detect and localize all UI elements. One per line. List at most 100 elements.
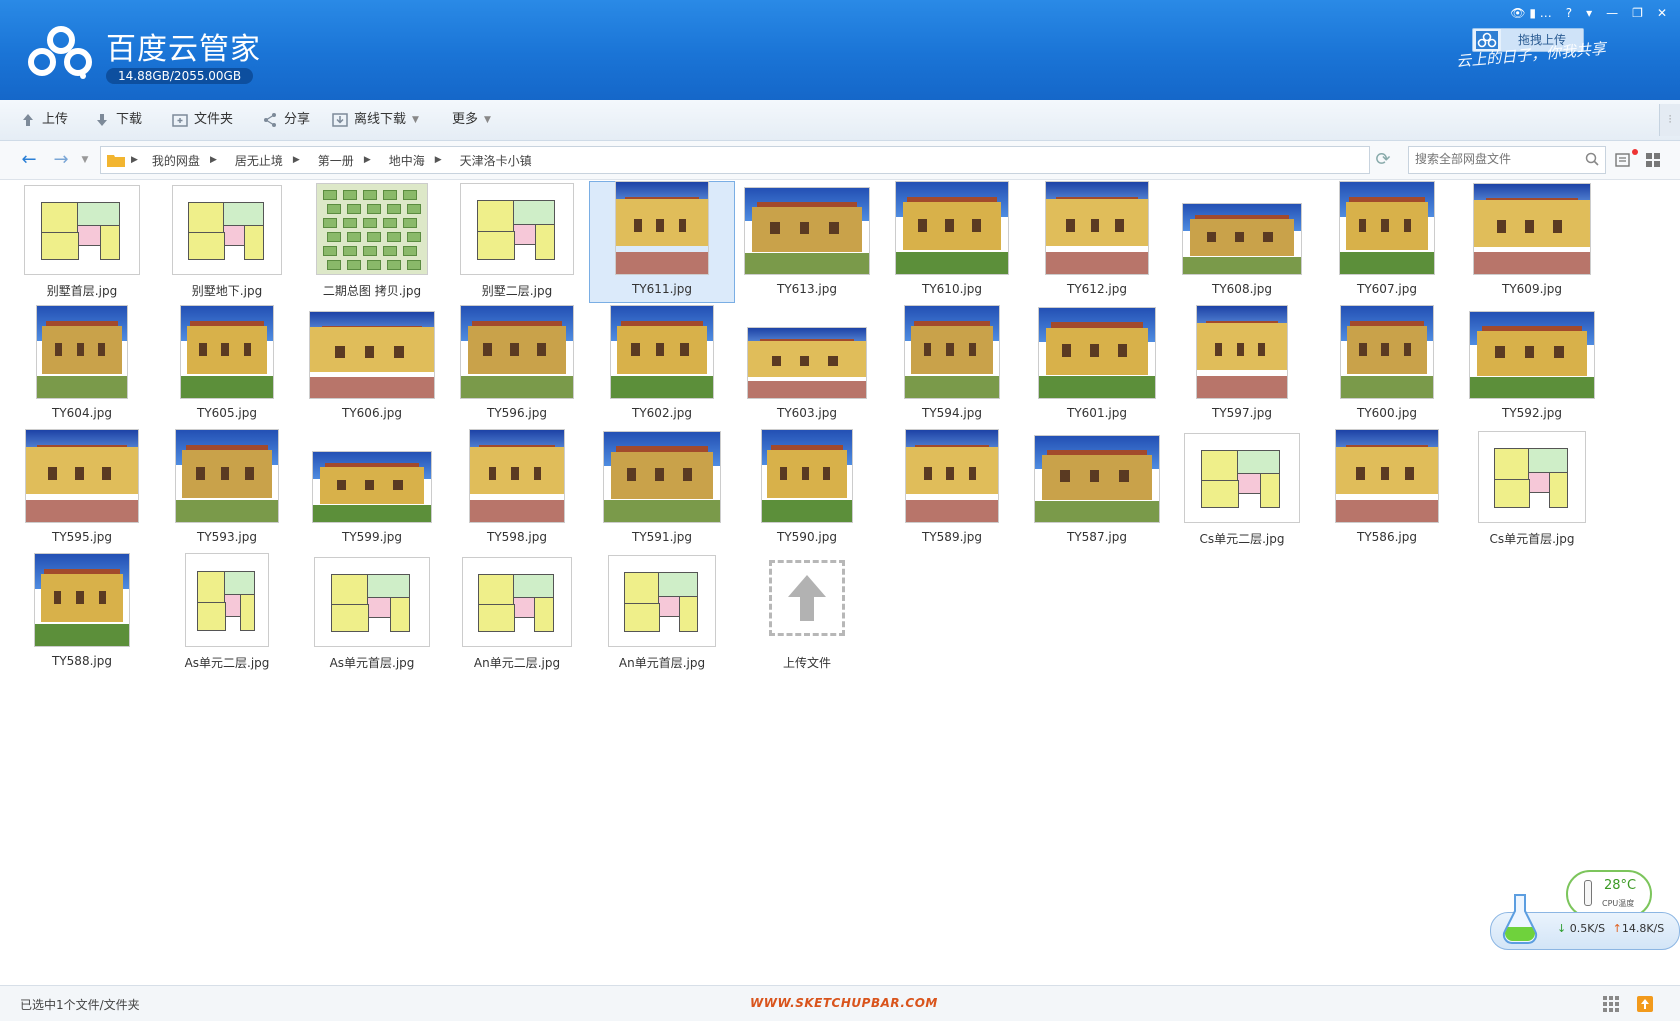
file-item[interactable]: An单元二层.jpg	[445, 554, 589, 674]
file-item[interactable]: TY590.jpg	[735, 430, 879, 550]
sidebar-toggle-button[interactable]: ⫶	[1659, 104, 1680, 136]
file-item[interactable]: TY588.jpg	[10, 554, 154, 674]
grid-view-icon[interactable]	[1644, 151, 1662, 169]
file-item[interactable]: TY606.jpg	[300, 306, 444, 426]
file-item[interactable]: Cs单元二层.jpg	[1170, 430, 1314, 550]
file-name: TY592.jpg	[1502, 406, 1562, 420]
file-name: TY588.jpg	[52, 654, 112, 668]
more-button[interactable]: 更多 ▼	[452, 100, 491, 140]
share-button[interactable]: 分享	[262, 100, 310, 140]
file-name: An单元首层.jpg	[618, 656, 706, 670]
list-view-icon[interactable]	[1614, 151, 1632, 169]
file-item[interactable]: 上传文件	[735, 554, 879, 674]
file-item[interactable]: An单元首层.jpg	[590, 554, 734, 674]
file-item[interactable]: TY601.jpg	[1025, 306, 1169, 426]
file-item[interactable]: TY603.jpg	[735, 306, 879, 426]
file-item[interactable]: As单元二层.jpg	[155, 554, 299, 674]
file-name: TY589.jpg	[922, 530, 982, 544]
file-item[interactable]: 二期总图 拷贝.jpg	[300, 182, 444, 302]
file-item[interactable]: TY597.jpg	[1170, 306, 1314, 426]
settings-menu-button[interactable]: ▾	[1581, 3, 1597, 23]
file-item[interactable]: TY613.jpg	[735, 182, 879, 302]
photo-thumbnail	[896, 182, 1008, 274]
upload-button[interactable]: 上传	[20, 100, 68, 140]
file-item[interactable]: 别墅首层.jpg	[10, 182, 154, 302]
file-item[interactable]: TY598.jpg	[445, 430, 589, 550]
file-item[interactable]: TY593.jpg	[155, 430, 299, 550]
photo-thumbnail	[1470, 312, 1594, 398]
file-item[interactable]: TY586.jpg	[1315, 430, 1459, 550]
forward-arrow-icon[interactable]: →	[50, 149, 72, 171]
file-name: TY586.jpg	[1357, 530, 1417, 544]
refresh-icon[interactable]: ⟳	[1370, 146, 1396, 174]
file-item[interactable]: TY600.jpg	[1315, 306, 1459, 426]
breadcrumb-item[interactable]: 我的网盘	[152, 152, 200, 169]
crumb-separator-icon: ▶	[131, 155, 138, 165]
file-name: TY587.jpg	[1067, 530, 1127, 544]
file-item[interactable]: TY596.jpg	[445, 306, 589, 426]
transfer-speed-widget[interactable]: ↓ 0.5K/S ↑14.8K/S	[1490, 894, 1680, 950]
file-item[interactable]: TY608.jpg	[1170, 182, 1314, 302]
breadcrumb-item[interactable]: 第一册	[318, 152, 354, 169]
cpu-temperature-widget[interactable]: 28°C CPU温度	[1566, 870, 1652, 918]
photo-thumbnail	[1340, 182, 1434, 274]
user-menu-icon[interactable]: 👁 ▮ …	[1505, 3, 1556, 23]
maximize-button[interactable]: ❐	[1627, 3, 1648, 23]
file-item[interactable]: As单元首层.jpg	[300, 554, 444, 674]
status-bar: 已选中1个文件/文件夹 WWW.SKETCHUPBAR.COM	[0, 985, 1680, 1021]
help-button[interactable]: ?	[1561, 3, 1577, 23]
file-item[interactable]: TY611.jpg	[589, 181, 735, 303]
file-name: TY600.jpg	[1357, 406, 1417, 420]
file-item[interactable]: TY592.jpg	[1460, 306, 1604, 426]
download-speed: 0.5K/S	[1569, 922, 1606, 935]
file-item[interactable]: TY609.jpg	[1460, 182, 1604, 302]
floor-plan-thumbnail	[315, 558, 429, 646]
watermark: WWW.SKETCHUPBAR.COM	[750, 996, 938, 1010]
file-item[interactable]: 别墅地下.jpg	[155, 182, 299, 302]
share-icon	[264, 113, 276, 127]
file-item[interactable]: TY610.jpg	[880, 182, 1024, 302]
file-item[interactable]: TY604.jpg	[10, 306, 154, 426]
photo-thumbnail	[906, 430, 998, 522]
file-name: TY590.jpg	[777, 530, 837, 544]
file-item[interactable]: TY605.jpg	[155, 306, 299, 426]
search-input[interactable]	[1409, 147, 1575, 171]
file-item[interactable]: TY599.jpg	[300, 430, 444, 550]
photo-thumbnail	[35, 554, 129, 646]
photo-thumbnail	[611, 306, 713, 398]
file-item[interactable]: TY602.jpg	[590, 306, 734, 426]
offline-download-button[interactable]: 离线下载 ▼	[332, 100, 419, 140]
back-arrow-icon[interactable]: ←	[18, 149, 40, 171]
floor-plan-thumbnail	[1185, 434, 1299, 522]
notification-dot	[1632, 149, 1638, 155]
app-grid-icon[interactable]	[1602, 995, 1620, 1013]
file-item[interactable]: Cs单元首层.jpg	[1460, 430, 1604, 550]
file-name: TY604.jpg	[52, 406, 112, 420]
photo-thumbnail	[748, 328, 866, 398]
transfer-queue-icon[interactable]	[1636, 995, 1654, 1013]
file-name: TY612.jpg	[1067, 282, 1127, 296]
file-item[interactable]: TY612.jpg	[1025, 182, 1169, 302]
file-item[interactable]: 别墅二层.jpg	[445, 182, 589, 302]
floor-plan-thumbnail	[609, 556, 715, 646]
history-dropdown-icon[interactable]: ▼	[78, 149, 92, 171]
file-name: TY598.jpg	[487, 530, 547, 544]
file-item[interactable]: TY591.jpg	[590, 430, 734, 550]
search-icon[interactable]	[1585, 152, 1599, 166]
breadcrumb-item[interactable]: 地中海	[389, 152, 425, 169]
download-button[interactable]: 下载	[94, 100, 142, 140]
minimize-button[interactable]: —	[1601, 3, 1623, 23]
breadcrumb-item[interactable]: 天津洛卡小镇	[460, 152, 532, 169]
breadcrumb-item[interactable]: 居无止境	[235, 152, 283, 169]
photo-thumbnail	[1046, 182, 1148, 274]
new-folder-button[interactable]: 文件夹	[172, 100, 233, 140]
file-item[interactable]: TY589.jpg	[880, 430, 1024, 550]
file-name: As单元二层.jpg	[184, 656, 270, 670]
file-item[interactable]: TY594.jpg	[880, 306, 1024, 426]
file-item[interactable]: TY607.jpg	[1315, 182, 1459, 302]
file-name: 别墅地下.jpg	[191, 284, 263, 298]
photo-thumbnail	[745, 188, 869, 274]
close-button[interactable]: ✕	[1652, 3, 1672, 23]
file-item[interactable]: TY587.jpg	[1025, 430, 1169, 550]
file-item[interactable]: TY595.jpg	[10, 430, 154, 550]
